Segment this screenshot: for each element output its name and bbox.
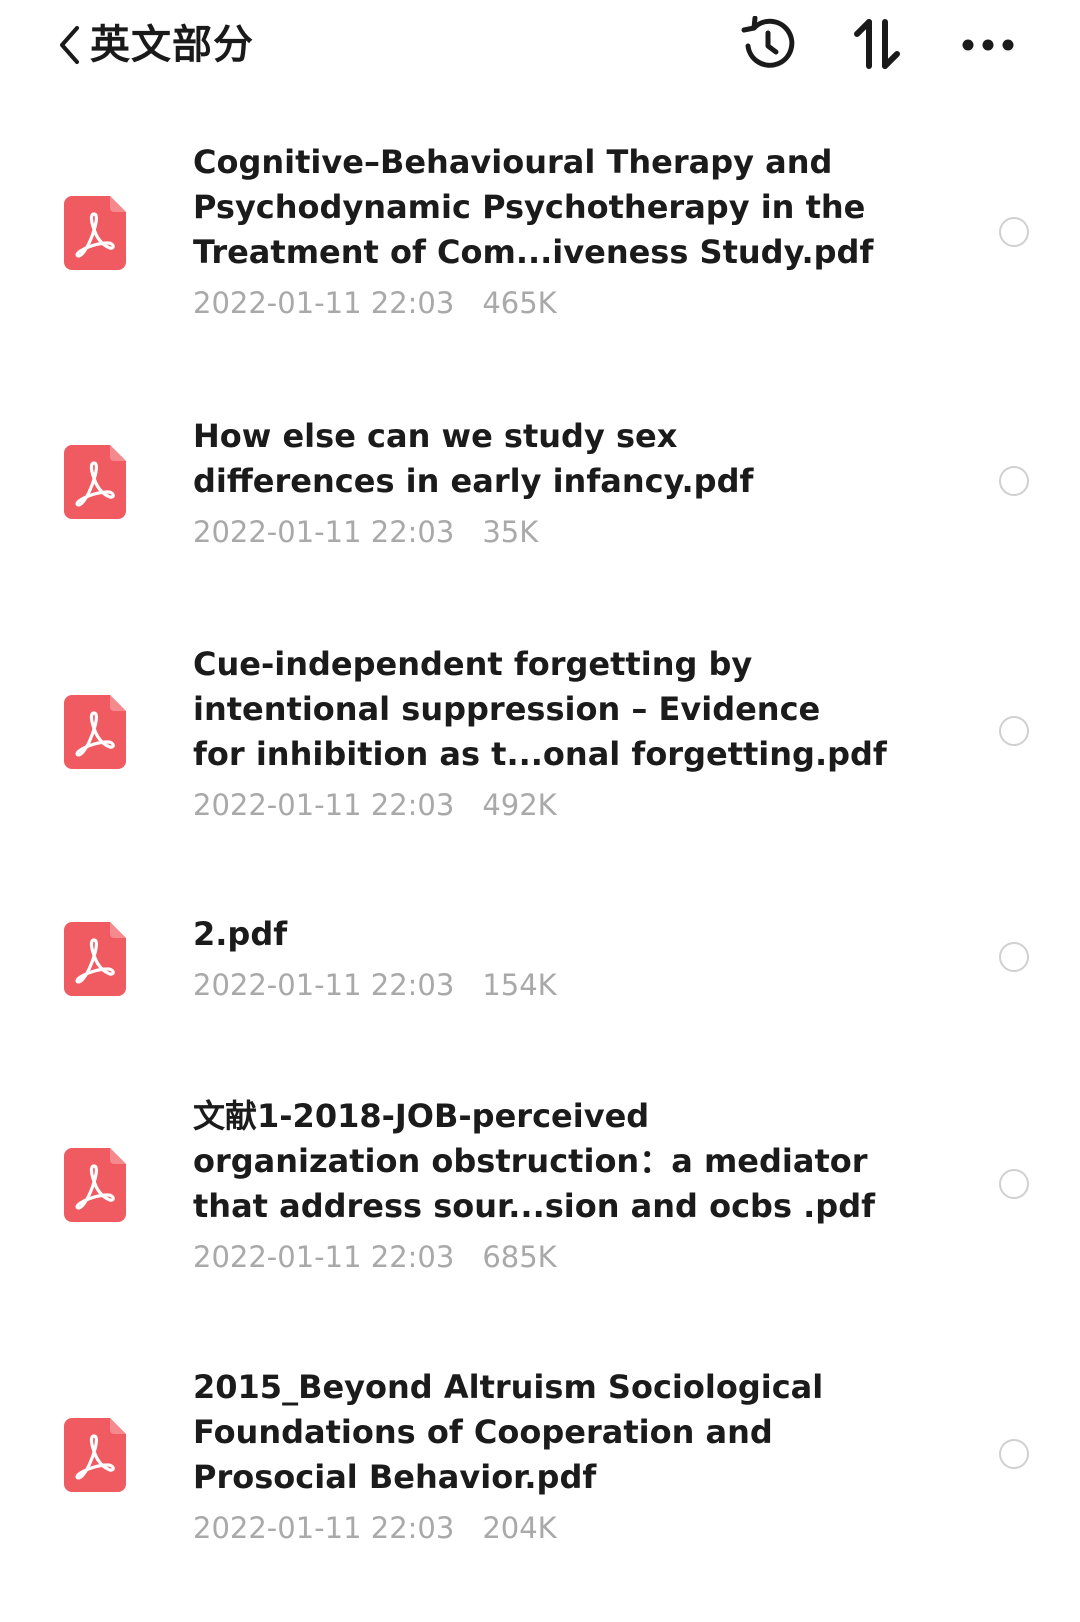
file-info: 文献1-2018-JOB-perceived organization obst… <box>193 1094 913 1277</box>
sort-icon <box>853 16 903 76</box>
file-size: 35K <box>482 515 539 549</box>
file-name: Cognitive–Behavioural Therapy and Psycho… <box>193 143 874 271</box>
pdf-icon <box>64 695 126 769</box>
pdf-icon <box>64 196 126 270</box>
file-name: Cue-independent forgetting by intentiona… <box>193 645 887 773</box>
file-info: Cue-independent forgetting by intentiona… <box>193 642 913 825</box>
select-checkbox[interactable] <box>999 1169 1029 1199</box>
file-info: 2.pdf 2022-01-11 22:03 154K <box>193 912 913 1005</box>
file-info: 2015_Beyond Altruism Sociological Founda… <box>193 1365 913 1548</box>
file-date: 2022-01-11 22:03 <box>193 788 455 822</box>
file-name: 2015_Beyond Altruism Sociological Founda… <box>193 1368 824 1496</box>
history-button[interactable] <box>738 15 798 76</box>
select-checkbox[interactable] <box>999 716 1029 746</box>
top-bar: 英文部分 <box>0 0 1080 100</box>
file-date: 2022-01-11 22:03 <box>193 286 455 320</box>
file-date: 2022-01-11 22:03 <box>193 968 455 1002</box>
select-checkbox[interactable] <box>999 466 1029 496</box>
file-info: How else can we study sex differences in… <box>193 414 913 552</box>
file-item[interactable]: 文献1-2018-JOB-perceived organization obst… <box>0 1094 1080 1304</box>
file-name: How else can we study sex differences in… <box>193 417 754 500</box>
file-size: 492K <box>482 788 557 822</box>
file-item[interactable]: 2015_Beyond Altruism Sociological Founda… <box>0 1365 1080 1575</box>
file-item[interactable]: How else can we study sex differences in… <box>0 414 1080 580</box>
file-date: 2022-01-11 22:03 <box>193 1511 455 1545</box>
file-meta: 2022-01-11 22:03 204K <box>193 1508 913 1548</box>
file-meta: 2022-01-11 22:03 154K <box>193 965 913 1005</box>
pdf-icon <box>64 1418 126 1492</box>
file-size: 685K <box>482 1240 557 1274</box>
file-date: 2022-01-11 22:03 <box>193 515 455 549</box>
back-button[interactable]: 英文部分 <box>58 20 254 70</box>
file-item[interactable]: Cue-independent forgetting by intentiona… <box>0 642 1080 852</box>
file-item[interactable]: 2.pdf 2022-01-11 22:03 154K <box>0 912 1080 1034</box>
file-item[interactable]: Cognitive–Behavioural Therapy and Psycho… <box>0 140 1080 350</box>
select-checkbox[interactable] <box>999 217 1029 247</box>
chevron-left-icon <box>58 25 80 65</box>
file-date: 2022-01-11 22:03 <box>193 1240 455 1274</box>
more-icon <box>961 37 1015 56</box>
file-name: 文献1-2018-JOB-perceived organization obst… <box>193 1097 876 1225</box>
file-meta: 2022-01-11 22:03 492K <box>193 785 913 825</box>
history-icon <box>740 15 796 76</box>
file-info: Cognitive–Behavioural Therapy and Psycho… <box>193 140 913 323</box>
select-checkbox[interactable] <box>999 1439 1029 1469</box>
file-name: 2.pdf <box>193 915 288 953</box>
sort-button[interactable] <box>848 16 908 76</box>
more-button[interactable] <box>958 16 1018 76</box>
file-size: 154K <box>482 968 557 1002</box>
pdf-icon <box>64 1148 126 1222</box>
file-size: 465K <box>482 286 557 320</box>
file-meta: 2022-01-11 22:03 685K <box>193 1237 913 1277</box>
file-meta: 2022-01-11 22:03 35K <box>193 512 913 552</box>
file-size: 204K <box>482 1511 557 1545</box>
page-title: 英文部分 <box>90 22 254 68</box>
select-checkbox[interactable] <box>999 942 1029 972</box>
pdf-icon <box>64 922 126 996</box>
file-meta: 2022-01-11 22:03 465K <box>193 283 913 323</box>
pdf-icon <box>64 445 126 519</box>
